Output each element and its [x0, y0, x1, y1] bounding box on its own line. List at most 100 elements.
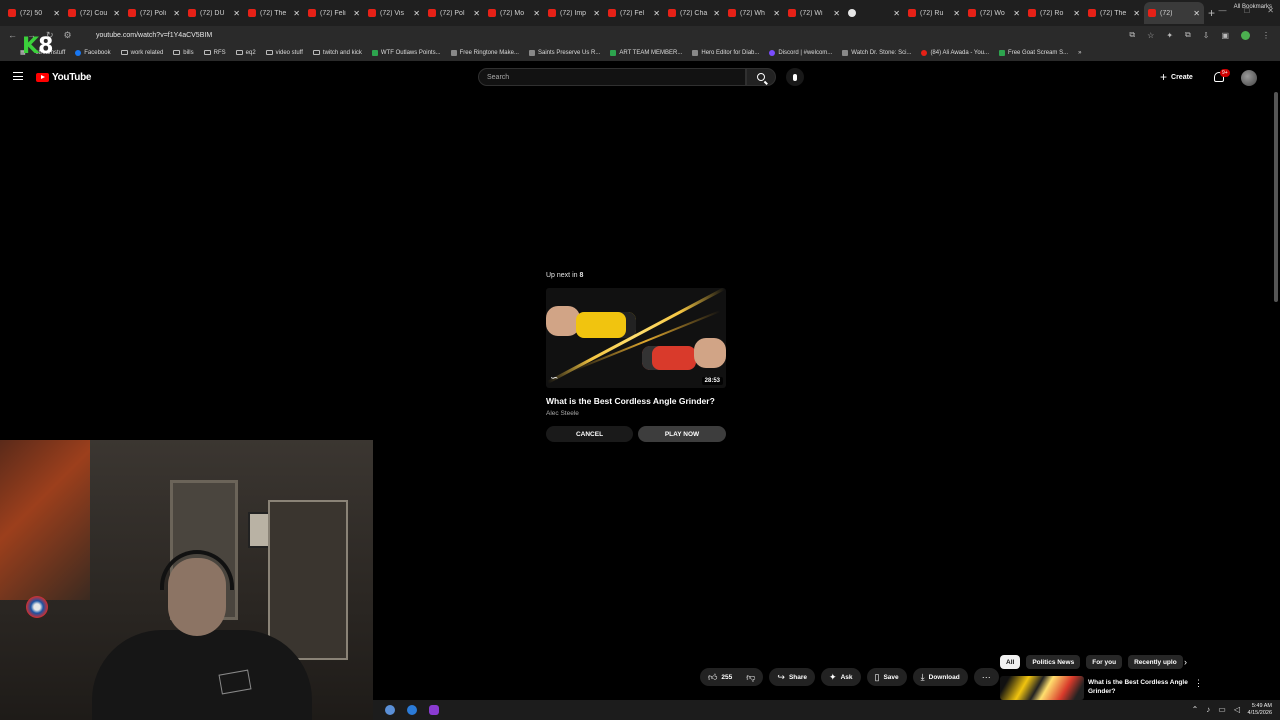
tab-close-icon[interactable]: ✕	[533, 9, 540, 18]
bookmark-item[interactable]: Free Goat Scream S...	[999, 49, 1068, 56]
browser-tab[interactable]: (72) Feli ✕	[304, 2, 364, 24]
tab-close-icon[interactable]: ✕	[113, 9, 120, 18]
filter-chip[interactable]: All	[1000, 655, 1021, 669]
bookmark-item[interactable]: work related	[120, 50, 163, 56]
tab-close-icon[interactable]: ✕	[53, 9, 60, 18]
cancel-button[interactable]: CANCEL	[546, 426, 633, 442]
bookmarks-overflow-icon[interactable]: »	[1078, 50, 1081, 56]
voice-search-button[interactable]	[786, 68, 804, 86]
browser-tab[interactable]: (72) Poli ✕	[124, 2, 184, 24]
minimize-icon[interactable]: —	[1218, 6, 1226, 15]
bookmark-item[interactable]: WTF Outlaws Points...	[371, 49, 441, 56]
browser-tab[interactable]: (72) Cou ✕	[64, 2, 124, 24]
youtube-logo[interactable]: YouTube	[36, 72, 92, 83]
browser-tab[interactable]: (72) Ru ✕	[904, 2, 964, 24]
bookmark-item[interactable]: video stuff	[265, 50, 303, 56]
browser-tab[interactable]: (72) Wi ✕	[784, 2, 844, 24]
up-next-title[interactable]: What is the Best Cordless Angle Grinder?	[546, 396, 715, 406]
tab-close-icon[interactable]: ✕	[653, 9, 660, 18]
up-next-thumbnail[interactable]: ∽ 28:53	[546, 288, 726, 388]
tab-close-icon[interactable]: ✕	[473, 9, 480, 18]
create-button[interactable]: + Create	[1160, 70, 1193, 84]
browser-tab[interactable]: ✕	[844, 2, 904, 24]
extension-icon[interactable]: ✦	[1166, 31, 1173, 40]
settings-app-icon[interactable]	[385, 705, 395, 715]
search-button[interactable]	[746, 68, 776, 86]
browser-tab[interactable]: (72) Cha ✕	[664, 2, 724, 24]
browser-tab[interactable]: (72) The ✕	[244, 2, 304, 24]
obs-app-icon[interactable]	[429, 705, 439, 715]
browser-tab[interactable]: (72) Vis ✕	[364, 2, 424, 24]
ask-button[interactable]: ✦ Ask	[821, 668, 861, 686]
downloads-icon[interactable]: ⇩	[1203, 31, 1210, 40]
download-button[interactable]: ⤓ Download	[912, 668, 968, 686]
bookmark-item[interactable]: Saints Preserve Us R...	[528, 49, 600, 56]
tab-close-icon[interactable]: ✕	[713, 9, 720, 18]
tab-close-icon[interactable]: ✕	[233, 9, 240, 18]
thumbs-down-icon[interactable]: 👎︎	[746, 672, 755, 683]
related-video-thumbnail[interactable]	[1000, 676, 1084, 700]
bookmark-item[interactable]: RFS	[203, 50, 226, 56]
browser-tab[interactable]: (72) The ✕	[1084, 2, 1144, 24]
tab-close-icon[interactable]: ✕	[893, 9, 900, 18]
play-now-button[interactable]: PLAY NOW	[638, 426, 726, 442]
more-vertical-icon[interactable]: ⋮	[1194, 678, 1203, 689]
account-avatar[interactable]	[1241, 70, 1257, 86]
menu-icon[interactable]	[13, 72, 23, 80]
tab-close-icon[interactable]: ✕	[293, 9, 300, 18]
tab-close-icon[interactable]: ✕	[413, 9, 420, 18]
browser-tab[interactable]: (72) ✕	[1144, 2, 1204, 24]
tab-close-icon[interactable]: ✕	[1073, 9, 1080, 18]
browser-tab[interactable]: (72) Wh ✕	[724, 2, 784, 24]
page-scrollbar[interactable]	[1274, 92, 1278, 302]
tab-close-icon[interactable]: ✕	[353, 9, 360, 18]
tab-close-icon[interactable]: ✕	[1193, 9, 1200, 18]
bookmark-item[interactable]: Facebook	[75, 49, 111, 56]
browser-tab[interactable]: (72) Ro ✕	[1024, 2, 1084, 24]
browser-tab[interactable]: (72) 50 ✕	[4, 2, 64, 24]
bookmark-item[interactable]: eq2	[235, 50, 256, 56]
sidepanel-icon[interactable]: ▣	[1221, 31, 1229, 40]
site-info-icon[interactable]: ⚙	[64, 30, 72, 41]
new-tab-icon[interactable]: +	[1208, 6, 1215, 20]
bookmark-item[interactable]: twitch and kick	[312, 50, 362, 56]
bookmark-item[interactable]: Hero Editor for Diab...	[692, 49, 759, 56]
network-icon[interactable]: ▭	[1218, 705, 1226, 714]
profile-avatar[interactable]	[1241, 30, 1250, 40]
filter-chip[interactable]: Politics News	[1026, 655, 1081, 669]
bookmark-item[interactable]: bills	[173, 50, 194, 56]
url-field[interactable]: youtube.com/watch?v=f1Y4aCV5BIM	[96, 32, 1129, 39]
extensions-puzzle-icon[interactable]: ⧉	[1185, 30, 1191, 40]
up-next-channel[interactable]: Alec Steele	[546, 410, 579, 417]
filter-chip[interactable]: Recently uplo	[1128, 655, 1183, 669]
tab-close-icon[interactable]: ✕	[833, 9, 840, 18]
microphone-tray-icon[interactable]: ♪	[1206, 705, 1210, 714]
related-video-title[interactable]: What is the Best Cordless Angle Grinder?	[1088, 678, 1188, 696]
bookmark-star-icon[interactable]: ☆	[1147, 31, 1154, 40]
browser-tab[interactable]: (72) Mo ✕	[484, 2, 544, 24]
tab-close-icon[interactable]: ✕	[1013, 9, 1020, 18]
search-input[interactable]: Search	[478, 68, 746, 86]
tab-close-icon[interactable]: ✕	[593, 9, 600, 18]
all-bookmarks[interactable]: All Bookmarks	[1234, 4, 1272, 10]
tray-expand-icon[interactable]: ⌃	[1192, 705, 1199, 714]
filter-chip[interactable]: For you	[1086, 655, 1123, 669]
tab-close-icon[interactable]: ✕	[953, 9, 960, 18]
back-icon[interactable]: ←	[8, 30, 17, 41]
bookmark-item[interactable]: Discord | #welcom...	[769, 49, 832, 56]
taskbar-clock[interactable]: 5:49 AM 4/15/2026	[1248, 703, 1272, 717]
edge-browser-icon[interactable]	[407, 705, 417, 715]
tab-close-icon[interactable]: ✕	[773, 9, 780, 18]
tab-close-icon[interactable]: ✕	[173, 9, 180, 18]
like-button[interactable]: 👍︎ 255 👎︎	[700, 668, 764, 686]
browser-tab[interactable]: (72) Fel ✕	[604, 2, 664, 24]
more-actions-button[interactable]: ···	[973, 668, 999, 686]
share-button[interactable]: ↪ Share	[769, 668, 816, 686]
bookmark-item[interactable]: Watch Dr. Stone: Sci...	[842, 49, 911, 56]
browser-tab[interactable]: (72) Pol ✕	[424, 2, 484, 24]
browser-tab[interactable]: (72) Imp ✕	[544, 2, 604, 24]
bookmark-item[interactable]: Free Ringtone Make...	[450, 49, 519, 56]
chevron-right-icon[interactable]: ›	[1184, 657, 1187, 667]
bookmark-item[interactable]: (84) Ali Awada - You...	[921, 49, 989, 56]
browser-menu-icon[interactable]: ⋮	[1262, 31, 1270, 40]
